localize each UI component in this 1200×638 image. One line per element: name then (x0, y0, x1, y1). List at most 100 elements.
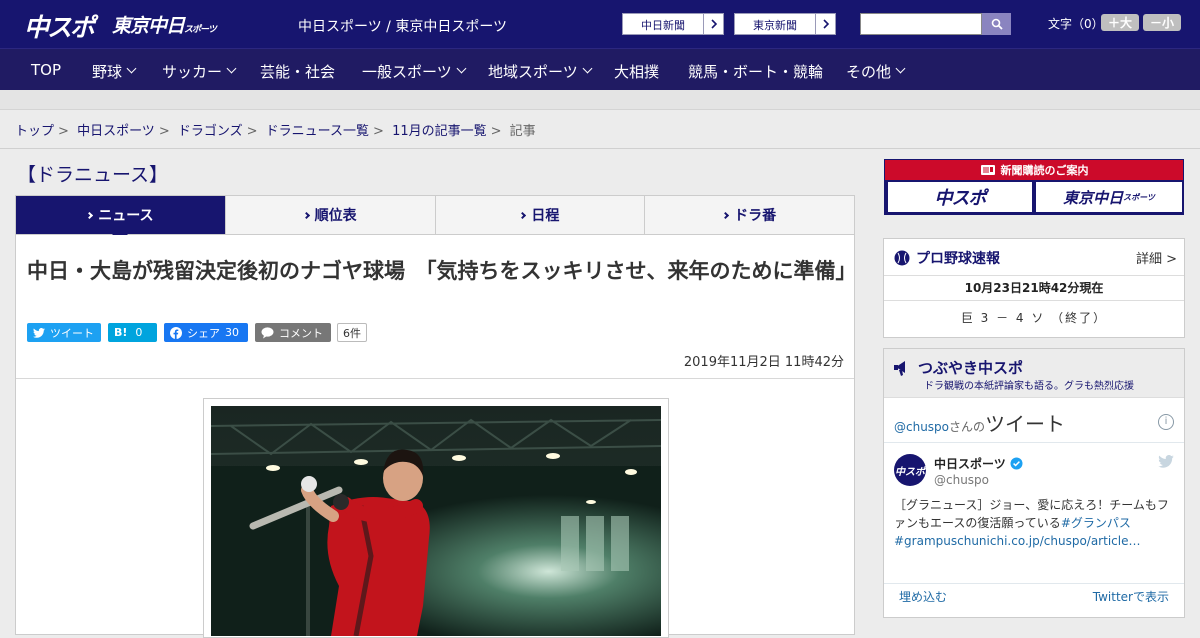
chuspo-logo[interactable]: 中スポ (24, 8, 95, 44)
nav-label: 地域スポーツ (488, 63, 578, 81)
breadcrumb-top[interactable]: トップ (15, 124, 54, 139)
divider (16, 378, 854, 379)
nav-label: 一般スポーツ (362, 63, 452, 81)
tokyo-logo-small: スポーツ (184, 25, 217, 35)
embed-link[interactable]: 埋め込む (899, 588, 947, 605)
subscribe-tokyo-chunichi-logo[interactable]: 東京中日 スポーツ (1036, 182, 1182, 212)
tokyo-chunichi-logo[interactable]: 東京中日スポーツ (112, 11, 217, 38)
tsubuyaki-subtitle: ドラ観戦の本紙評論家も語る。グラも熱烈応援 (924, 381, 1134, 392)
top-header: 中スポ 東京中日スポーツ 中日スポーツ / 東京中日スポーツ 中日新聞 東京新聞… (0, 0, 1200, 48)
account-handle[interactable]: @chuspo (934, 473, 989, 487)
nav-item-racing[interactable]: 競馬・ボート・競輪 (688, 61, 823, 82)
article: 中日・大島が残留決定後初のナゴヤ球場 「気持ちをスッキリさせ、来年のために準備」… (15, 235, 857, 638)
hatena-bookmark-button[interactable]: B! 0 (108, 323, 157, 342)
tsubuyaki-widget: つぶやき中スポ ドラ観戦の本紙評論家も語る。グラも熱烈応援 @chuspoさんの… (883, 348, 1185, 618)
chunichi-shimbun-link[interactable]: 中日新聞 (622, 13, 724, 35)
article-photo-frame (203, 398, 669, 638)
chevron-down-icon (126, 63, 137, 74)
timeline-san-no: さんの (949, 420, 986, 434)
chevron-down-icon (456, 63, 467, 74)
hatena-icon: B! (114, 326, 128, 339)
font-size-label: 文字（0） (1048, 17, 1104, 31)
chevron-right-icon (722, 211, 730, 219)
baseball-detail-link[interactable]: 詳細 > (1136, 248, 1177, 267)
breadcrumb-dragons[interactable]: ドラゴンズ (178, 124, 243, 139)
breadcrumb-dora-news-list[interactable]: ドラニュース一覧 (266, 124, 369, 139)
nav-item-soccer[interactable]: サッカー (162, 61, 237, 82)
site-title: 中日スポーツ / 東京中日スポーツ (298, 19, 508, 35)
tab-dora-ban[interactable]: ドラ番 (645, 196, 854, 234)
search-input[interactable] (860, 13, 982, 35)
subscription-text: 新聞購読のご案内 (1000, 164, 1089, 177)
comment-label: コメント (279, 326, 323, 340)
article-headline: 中日・大島が残留決定後初のナゴヤ球場 「気持ちをスッキリさせ、来年のために準備」 (27, 259, 857, 283)
nav-item-other[interactable]: その他 (846, 61, 906, 82)
subscribe-logo-text: 東京中日 (1063, 188, 1124, 207)
tweet-button[interactable]: ツイート (27, 323, 101, 342)
view-on-twitter-link[interactable]: Twitterで表示 (1093, 588, 1169, 605)
baseball-scores-widget: プロ野球速報 詳細 > 10月23日21時42分現在 巨 3 － 4 ソ （終了… (883, 238, 1185, 338)
baseball-icon (894, 250, 910, 266)
nav-label: 大相撲 (614, 63, 660, 81)
main-nav: TOP 野球 サッカー 芸能・社会 一般スポーツ 地域スポーツ 大相撲 競馬・ボ… (0, 48, 1200, 90)
tab-label: ニュース (98, 208, 154, 224)
nav-label: 芸能・社会 (260, 63, 336, 81)
ext-link-label: 東京新聞 (753, 18, 797, 32)
font-smaller-button[interactable]: －小 (1143, 14, 1181, 31)
tab-label: 日程 (531, 208, 560, 224)
twitter-bird-icon[interactable] (1158, 455, 1174, 468)
tab-schedule[interactable]: 日程 (436, 196, 646, 234)
nav-label: サッカー (162, 63, 223, 81)
score-timestamp: 10月23日21時42分現在 (884, 275, 1184, 301)
ext-link-label: 中日新聞 (641, 18, 685, 32)
nav-item-baseball[interactable]: 野球 (92, 61, 137, 82)
nav-item-top[interactable]: TOP (31, 61, 61, 79)
timeline-header: @chuspoさんのツイート (894, 408, 1065, 437)
info-icon[interactable]: i (1158, 414, 1174, 430)
subscribe-logo-small: スポーツ (1123, 192, 1155, 202)
subscribe-chuspo-logo[interactable]: 中スポ (888, 182, 1032, 212)
nav-item-general-sports[interactable]: 一般スポーツ (362, 61, 467, 82)
chevron-right-icon (703, 14, 723, 34)
facebook-share-button[interactable]: シェア 30 (164, 323, 248, 342)
article-photo[interactable] (211, 406, 661, 636)
twitter-timeline: @chuspoさんのツイート i 中スポ 中日スポーツ @chuspo ［グラニ… (884, 397, 1184, 617)
nav-item-entertainment[interactable]: 芸能・社会 (260, 61, 335, 82)
tokyo-shimbun-link[interactable]: 東京新聞 (734, 13, 836, 35)
subscription-bar: 新聞購読のご案内 (885, 160, 1183, 180)
tsubuyaki-title: つぶやき中スポ (894, 357, 1023, 378)
hatena-count: 0 (135, 326, 143, 339)
chevron-right-icon (302, 211, 310, 219)
tweet-text: ［グラニュース］ジョー、愛に応えろ！チームもファンもエースの復活願っている#グラ… (894, 496, 1176, 550)
tab-news[interactable]: ニュース (16, 196, 226, 242)
facebook-label: シェア (187, 326, 220, 340)
timeline-account-link[interactable]: @chuspo (894, 420, 949, 434)
search-button[interactable] (982, 13, 1011, 35)
header-stripe (0, 90, 1200, 110)
megaphone-icon (894, 360, 905, 376)
account-name[interactable]: 中日スポーツ (934, 455, 1023, 472)
newspaper-icon (980, 165, 995, 175)
publish-date: 2019年11月2日 11時42分 (683, 355, 844, 370)
tab-standings[interactable]: 順位表 (226, 196, 436, 234)
divider (0, 148, 1200, 149)
breadcrumb-november-list[interactable]: 11月の記事一覧 (392, 124, 487, 139)
chevron-down-icon (895, 63, 906, 74)
nav-label: 野球 (92, 63, 123, 81)
chevron-right-icon (86, 211, 94, 219)
subscription-banner[interactable]: 新聞購読のご案内 中スポ 東京中日 スポーツ (884, 159, 1184, 215)
verified-badge-icon (1010, 457, 1023, 470)
avatar[interactable]: 中スポ (894, 454, 926, 486)
font-bigger-button[interactable]: ＋大 (1101, 14, 1139, 31)
comment-button[interactable]: コメント (255, 323, 331, 342)
nav-item-local-sports[interactable]: 地域スポーツ (488, 61, 593, 82)
game-score[interactable]: 巨 3 － 4 ソ （終了） (884, 309, 1184, 326)
twitter-bird-icon (33, 327, 45, 338)
chevron-right-icon (519, 211, 527, 219)
tweet-hashtag[interactable]: #グランパス (1061, 516, 1131, 530)
nav-label: TOP (31, 61, 62, 79)
breadcrumb-chunichi-sports[interactable]: 中日スポーツ (77, 124, 155, 139)
tweet-link[interactable]: #grampuschunichi.co.jp/chuspo/article… (894, 534, 1140, 548)
nav-item-sumo[interactable]: 大相撲 (614, 61, 659, 82)
breadcrumb: トップ > 中日スポーツ > ドラゴンズ > ドラニュース一覧 > 11月の記事一覧 > … (15, 124, 536, 139)
